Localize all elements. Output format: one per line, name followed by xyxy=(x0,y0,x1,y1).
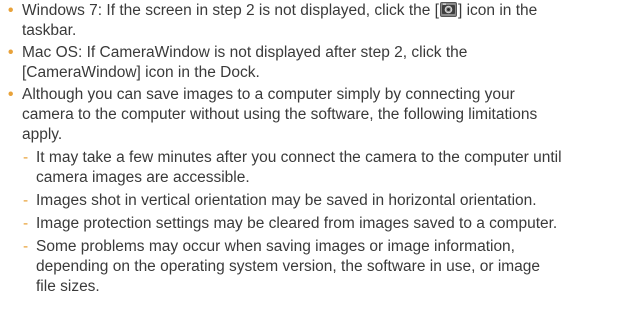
limitation-item: - Image protection settings may be clear… xyxy=(22,214,615,234)
dash-marker: - xyxy=(23,215,29,232)
dash-marker: - xyxy=(23,192,29,209)
limitation-text-line: Image protection settings may be cleared… xyxy=(36,215,558,232)
note-text-segment: ] icon in the xyxy=(457,2,538,19)
note-text-line: Windows 7: If the screen in step 2 is no… xyxy=(22,1,615,21)
dash-marker: - xyxy=(23,238,29,255)
note-text-segment: Windows 7: If the screen in step 2 is no… xyxy=(22,2,439,19)
note-text-line: taskbar. xyxy=(22,22,77,39)
note-text-line: Although you can save images to a comput… xyxy=(22,86,515,103)
note-text-line: apply. xyxy=(22,126,63,143)
limitation-text-line: camera images are accessible. xyxy=(36,169,250,186)
note-text-line: camera to the computer without using the… xyxy=(22,106,538,123)
note-mac: • Mac OS: If CameraWindow is not display… xyxy=(0,43,625,83)
dash-marker: - xyxy=(23,149,29,166)
note-text-line: Mac OS: If CameraWindow is not displayed… xyxy=(22,44,468,61)
bullet-marker: • xyxy=(8,86,14,103)
note-text-line: [CameraWindow] icon in the Dock. xyxy=(22,64,260,81)
notes-list: • Windows 7: If the screen in step 2 is … xyxy=(0,1,625,300)
limitation-text-line: Some problems may occur when saving imag… xyxy=(36,238,515,255)
limitations-list: - It may take a few minutes after you co… xyxy=(22,148,615,297)
limitation-item: - Images shot in vertical orientation ma… xyxy=(22,191,615,211)
note-limitations: • Although you can save images to a comp… xyxy=(0,85,625,297)
bullet-marker: • xyxy=(8,2,14,19)
limitation-text-line: It may take a few minutes after you conn… xyxy=(36,149,562,166)
limitation-text-line: file sizes. xyxy=(36,278,100,295)
limitation-text-line: depending on the operating system versio… xyxy=(36,258,541,275)
limitation-text-line: Images shot in vertical orientation may … xyxy=(36,192,537,209)
note-windows: • Windows 7: If the screen in step 2 is … xyxy=(0,1,625,41)
manual-page: • Windows 7: If the screen in step 2 is … xyxy=(0,0,625,326)
bullet-marker: • xyxy=(8,44,14,61)
limitation-item: - Some problems may occur when saving im… xyxy=(22,237,615,297)
camera-window-icon xyxy=(439,2,457,17)
limitation-item: - It may take a few minutes after you co… xyxy=(22,148,615,188)
